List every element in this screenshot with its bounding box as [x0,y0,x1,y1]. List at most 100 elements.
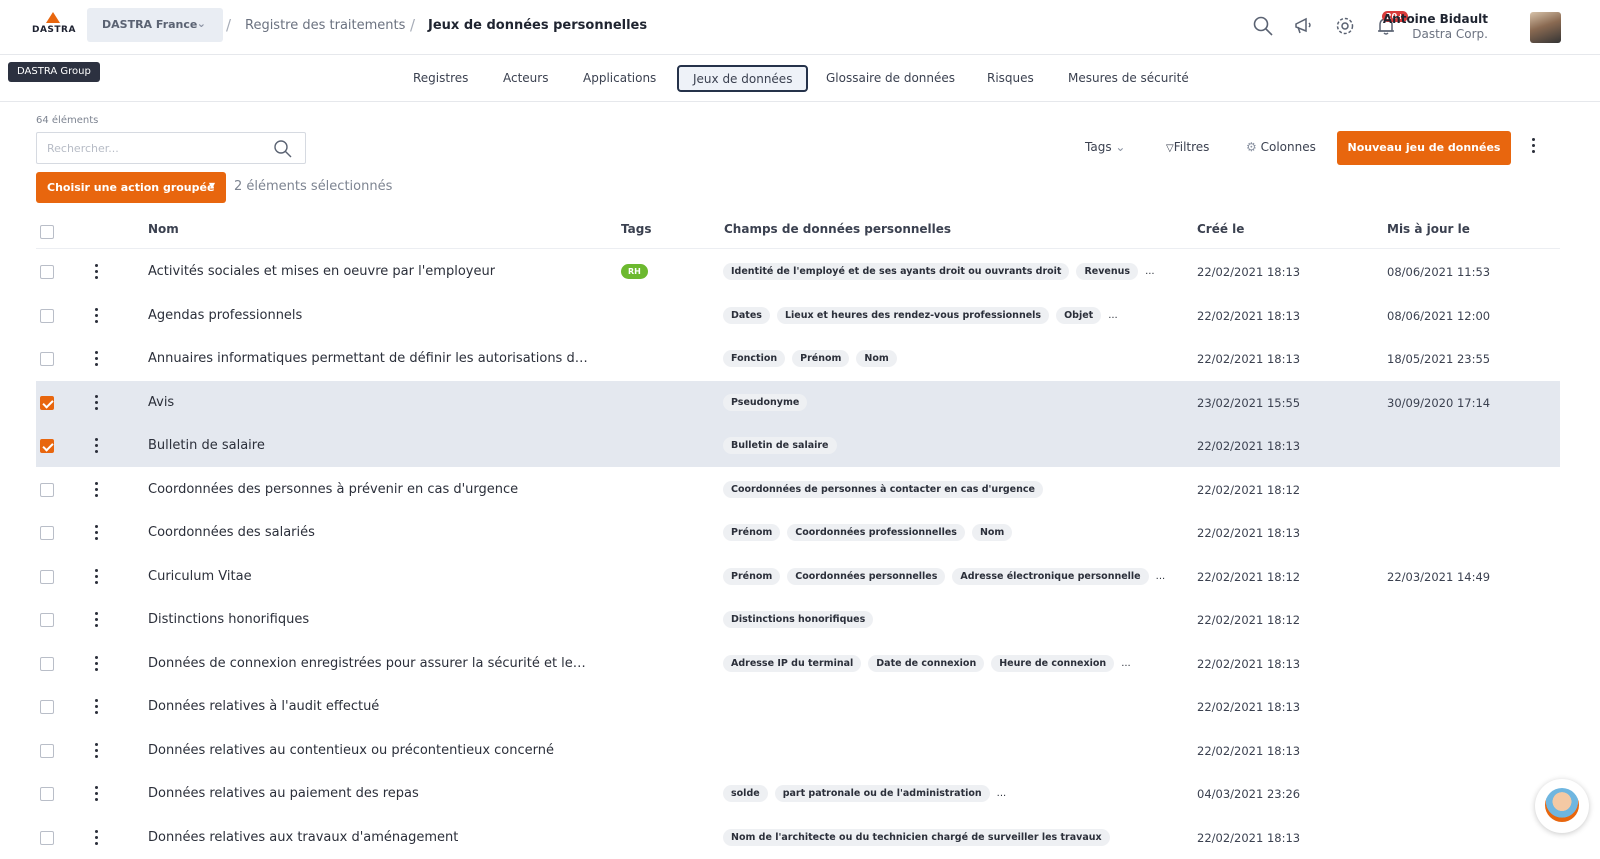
row-menu-icon[interactable] [95,786,99,804]
row-menu-icon[interactable] [95,699,99,717]
tags-dropdown[interactable]: Tags ⌄ [1085,140,1125,154]
header-name[interactable]: Nom [148,222,179,236]
row-name[interactable]: Données relatives aux travaux d'aménagem… [148,830,458,845]
row-menu-icon[interactable] [95,394,99,413]
row-name[interactable]: Activités sociales et mises en oeuvre pa… [148,264,495,279]
row-checkbox[interactable] [40,352,54,366]
row-name[interactable]: Avis [148,395,174,410]
tab-glossaire[interactable]: Glossaire de données [826,65,955,92]
row-checkbox[interactable] [40,526,54,540]
table-row[interactable]: Données relatives aux travaux d'aménagem… [36,816,1560,859]
more-fields-indicator[interactable]: ... [1108,310,1118,321]
row-created-date: 22/02/2021 18:13 [1197,352,1301,366]
filters-button[interactable]: ▽Filtres [1166,140,1209,154]
table-row[interactable]: Avis Pseudonyme 23/02/2021 15:55 30/09/2020… [36,380,1560,424]
row-menu-icon[interactable] [95,264,99,282]
row-checkbox[interactable] [40,830,54,845]
table-row[interactable]: Données relatives à l'audit effectué 22/0… [36,685,1560,728]
table-row[interactable]: Données relatives au paiement des repas s… [36,772,1560,815]
more-fields-indicator[interactable]: ... [1145,266,1155,277]
tab-jeux-de-donnees[interactable]: Jeux de données [677,65,809,92]
gear-icon[interactable] [1333,14,1357,38]
organization-name: DASTRA France [102,18,198,31]
row-created-date: 22/02/2021 18:13 [1197,439,1301,453]
table-row[interactable]: Coordonnées des salariés Prénom Coordonnée… [36,511,1560,554]
user-name[interactable]: Antoine Bidault [1383,12,1488,26]
row-name[interactable]: Distinctions honorifiques [148,612,309,627]
row-menu-icon[interactable] [95,655,99,674]
table-row[interactable]: Agendas professionnels Dates Lieux et heur… [36,294,1560,337]
tab-acteurs[interactable]: Acteurs [503,65,548,92]
more-fields-indicator[interactable]: ... [1121,658,1131,669]
row-checkbox[interactable] [40,439,54,453]
table-row[interactable]: Activités sociales et mises en oeuvre pa… [36,250,1560,293]
columns-button[interactable]: ⚙ Colonnes [1246,140,1316,154]
row-updated-date: 22/03/2021 14:49 [1387,569,1491,584]
field-chip: Dates [723,306,770,324]
row-name[interactable]: Données relatives au contentieux ou préc… [148,743,554,758]
row-checkbox[interactable] [40,569,54,584]
row-checkbox[interactable] [40,395,54,410]
row-menu-icon[interactable] [95,351,99,369]
more-fields-indicator[interactable]: ... [997,788,1007,799]
row-menu-icon[interactable] [95,307,99,326]
table-row[interactable]: Distinctions honorifiques Distinctions ho… [36,598,1560,641]
header-created[interactable]: Créé le [1197,222,1244,236]
page-title: Jeux de données personnelles [428,18,648,33]
row-checkbox[interactable] [40,743,54,758]
tag-badge[interactable]: RH [621,264,648,279]
row-menu-icon[interactable] [95,612,99,630]
select-all-checkbox[interactable] [40,225,54,239]
new-dataset-button[interactable]: Nouveau jeu de données [1337,131,1511,165]
row-menu-icon[interactable] [95,438,99,456]
row-menu-icon[interactable] [95,525,99,543]
row-checkbox[interactable] [40,656,54,671]
row-menu-icon[interactable] [95,742,99,761]
megaphone-icon[interactable] [1292,14,1316,38]
table-row[interactable]: Curiculum Vitae Prénom Coordonnées personn… [36,555,1560,598]
row-name[interactable]: Bulletin de salaire [148,438,265,453]
row-name[interactable]: Coordonnées des personnes à prévenir en … [148,482,518,497]
row-checkbox[interactable] [40,787,54,801]
row-menu-icon[interactable] [95,829,99,848]
table-row[interactable]: Bulletin de salaire Bulletin de salaire 22… [36,424,1560,467]
row-name[interactable]: Données relatives au paiement des repas [148,786,419,801]
organization-select[interactable]: DASTRA France ⌄ [87,8,223,42]
row-menu-icon[interactable] [95,568,99,587]
search-icon[interactable] [273,139,293,159]
row-checkbox[interactable] [40,613,54,627]
row-name[interactable]: Données de connexion enregistrées pour a… [148,656,588,671]
table-row[interactable]: Données de connexion enregistrées pour a… [36,642,1560,685]
row-name[interactable]: Coordonnées des salariés [148,525,315,540]
header-fields[interactable]: Champs de données personnelles [724,222,951,236]
table-row[interactable]: Annuaires informatiques permettant de dé… [36,337,1560,380]
search-icon[interactable] [1251,14,1275,38]
tab-mesures-securite[interactable]: Mesures de sécurité [1068,65,1189,92]
row-name[interactable]: Agendas professionnels [148,308,302,323]
row-name[interactable]: Curiculum Vitae [148,569,252,584]
row-checkbox[interactable] [40,308,54,323]
dastra-logo[interactable]: DASTRA [32,12,76,35]
header-tags[interactable]: Tags [621,222,651,236]
field-chip: Prénom [723,524,781,541]
search-input[interactable] [37,133,257,163]
tab-risques[interactable]: Risques [987,65,1034,92]
row-name[interactable]: Annuaires informatiques permettant de dé… [148,351,588,366]
row-name[interactable]: Données relatives à l'audit effectué [148,699,379,714]
row-checkbox[interactable] [40,482,54,497]
breadcrumb-registre[interactable]: Registre des traitements [245,18,405,33]
logo-text: DASTRA [32,25,76,35]
row-checkbox[interactable] [40,265,54,279]
tab-registres[interactable]: Registres [413,65,468,92]
more-fields-indicator[interactable]: ... [1156,571,1166,582]
help-assistant-button[interactable] [1535,779,1589,833]
table-row[interactable]: Coordonnées des personnes à prévenir en … [36,468,1560,511]
avatar[interactable] [1530,12,1561,43]
row-menu-icon[interactable] [95,481,99,500]
table-row[interactable]: Données relatives au contentieux ou préc… [36,729,1560,772]
row-checkbox[interactable] [40,700,54,714]
group-action-button[interactable]: Choisir une action groupée ▼ [36,172,226,203]
more-options-icon[interactable] [1532,138,1535,156]
header-updated[interactable]: Mis à jour le [1387,222,1470,236]
tab-applications[interactable]: Applications [583,65,656,92]
